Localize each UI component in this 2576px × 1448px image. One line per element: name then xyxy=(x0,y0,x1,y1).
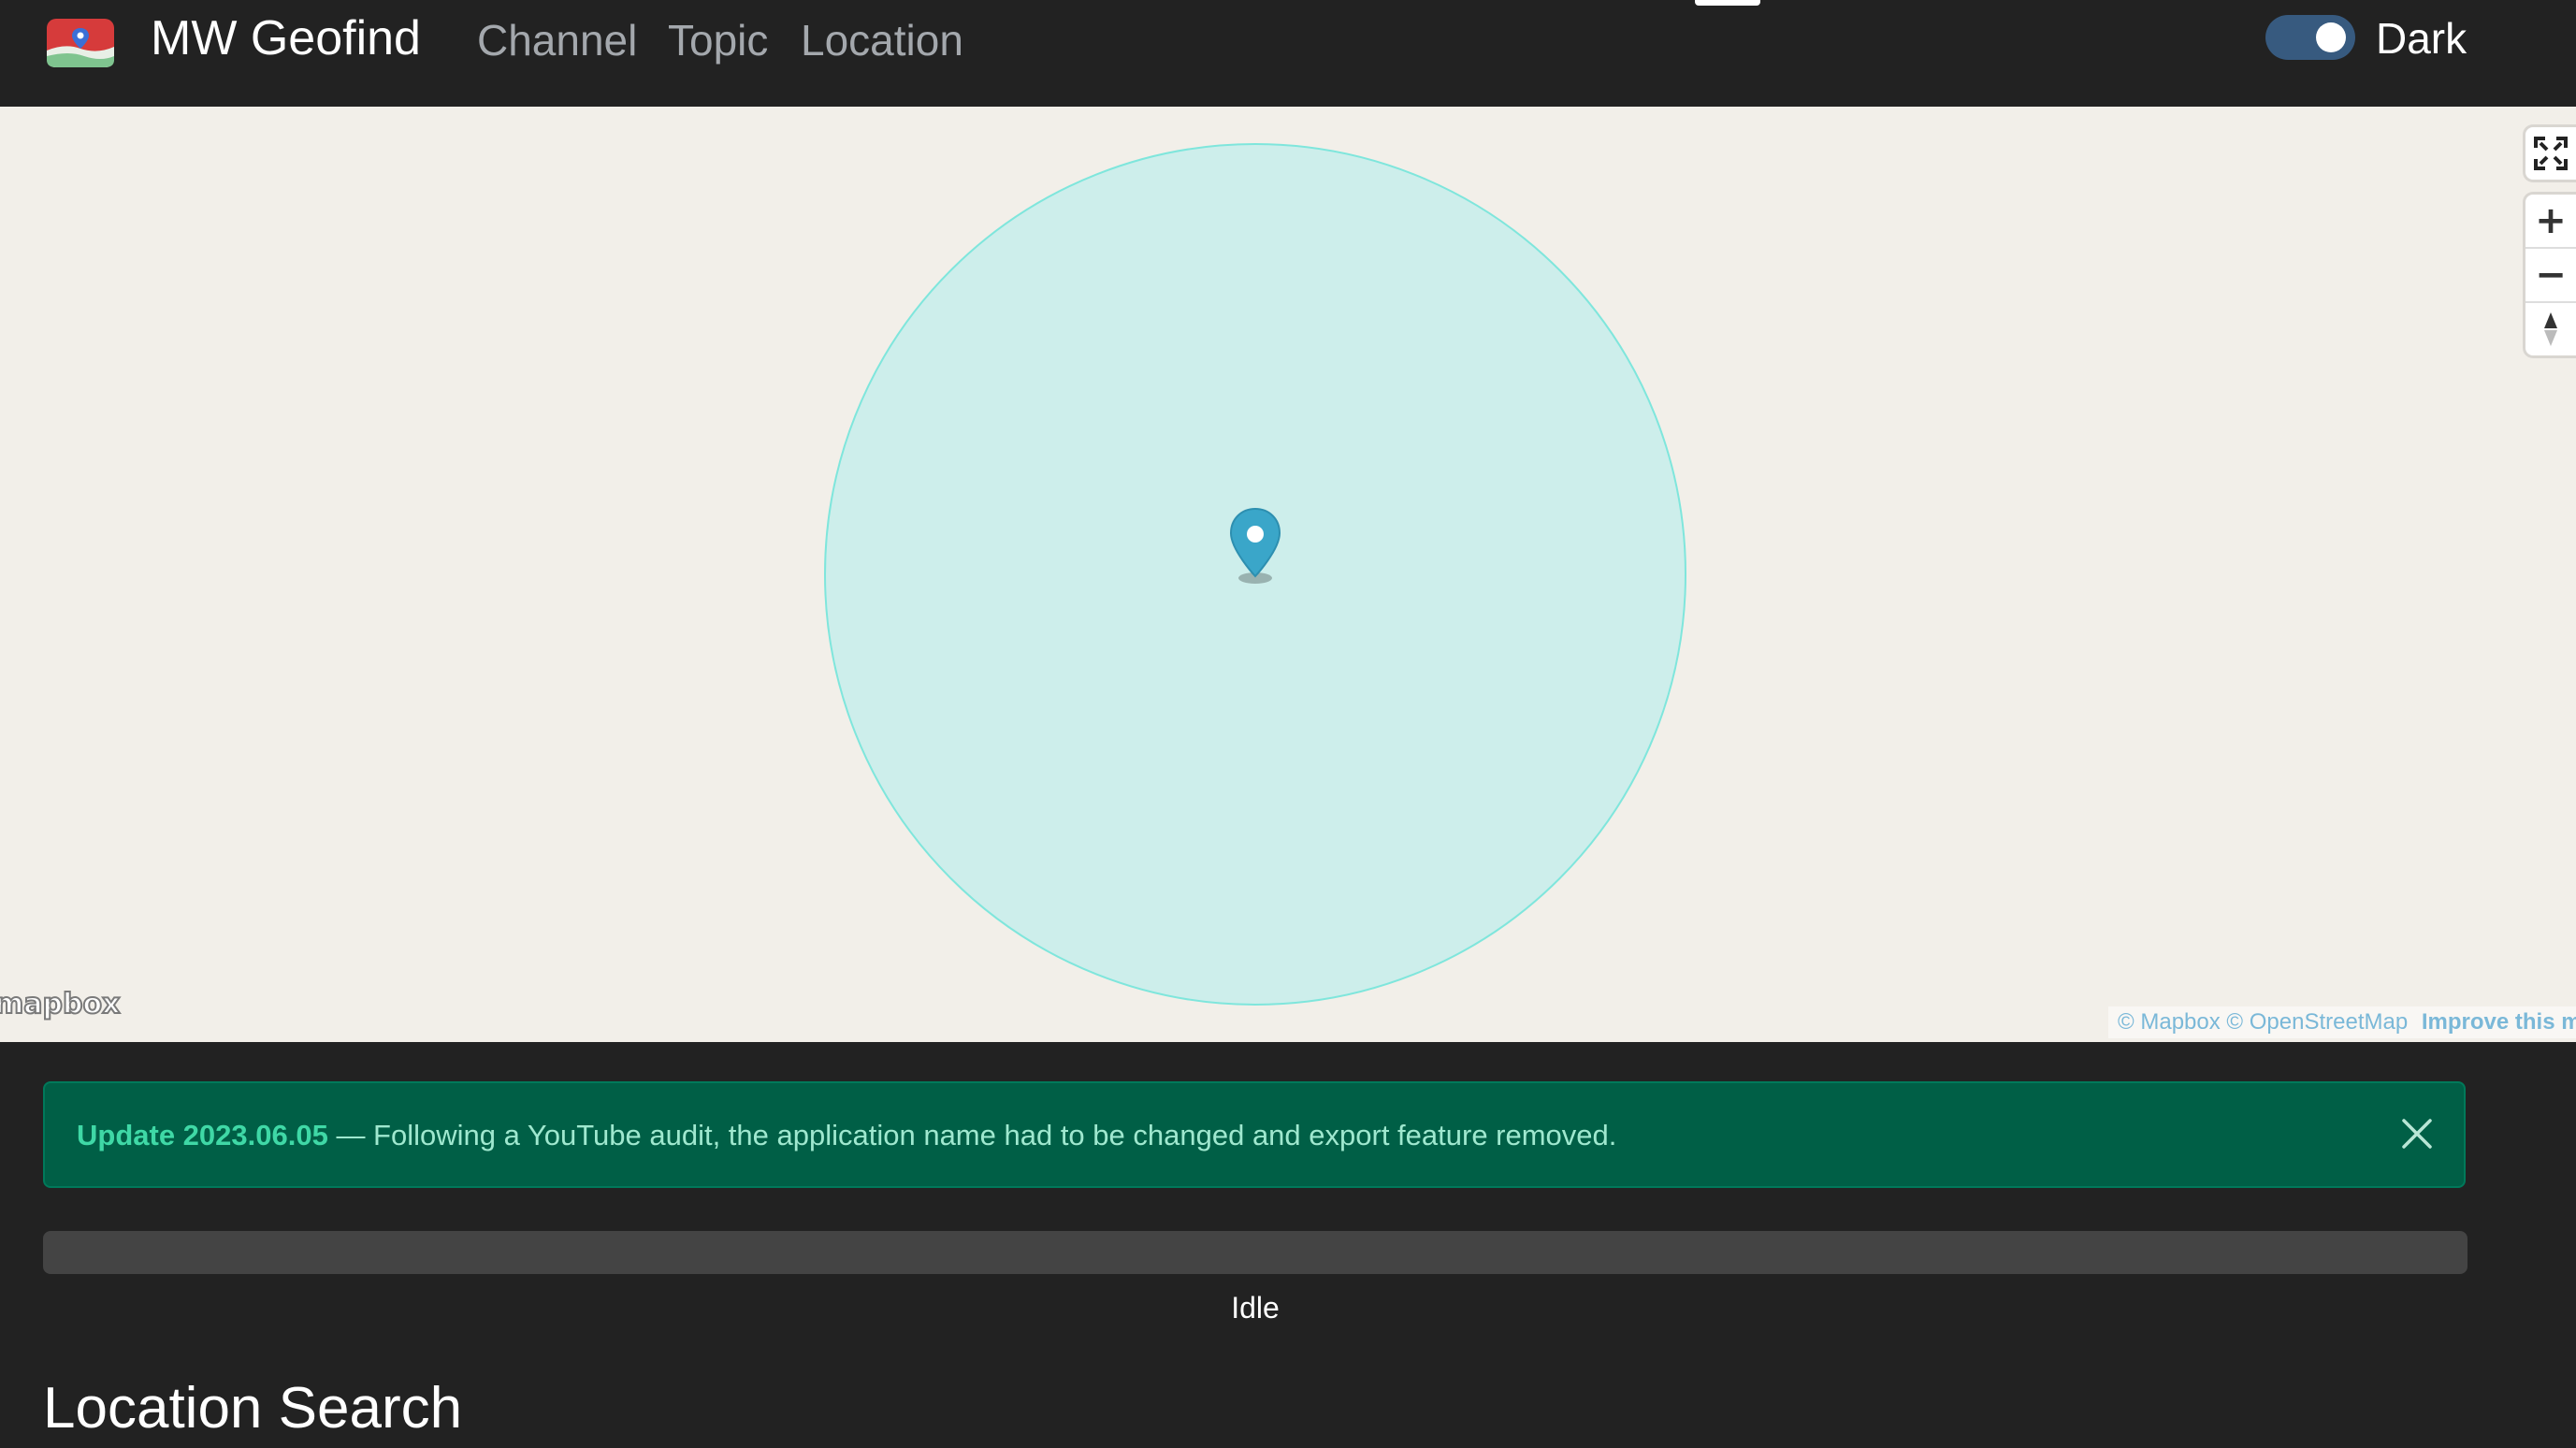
alert-title: Update 2023.06.05 xyxy=(77,1119,328,1151)
fullscreen-button[interactable] xyxy=(2525,127,2576,180)
map-controls: + − xyxy=(2525,127,2576,370)
update-alert: Update 2023.06.05 — Following a YouTube … xyxy=(43,1081,2466,1188)
top-tab-indicator xyxy=(1695,0,1760,6)
compass-button[interactable] xyxy=(2525,303,2576,355)
mapbox-logo[interactable]: mapbox xyxy=(0,987,121,1021)
alert-text: Update 2023.06.05 — Following a YouTube … xyxy=(77,1119,1616,1152)
brand-logo-icon[interactable] xyxy=(47,19,114,67)
alert-message: — Following a YouTube audit, the applica… xyxy=(327,1119,1617,1151)
dark-mode-toggle[interactable] xyxy=(2265,15,2355,60)
zoom-out-button[interactable]: − xyxy=(2525,249,2576,303)
map-attribution: © Mapbox © OpenStreetMap Improve this ma… xyxy=(2108,1006,2576,1038)
zoom-in-button[interactable]: + xyxy=(2525,195,2576,249)
toggle-knob xyxy=(2316,22,2346,52)
nav-link-location[interactable]: Location xyxy=(801,11,963,69)
fullscreen-control xyxy=(2525,127,2576,180)
attribution-osm[interactable]: © OpenStreetMap xyxy=(2226,1009,2408,1035)
status-text: Idle xyxy=(1231,1291,1280,1325)
section-title: Location Search xyxy=(43,1376,463,1441)
close-icon[interactable] xyxy=(2398,1115,2436,1152)
brand-name[interactable]: MW Geofind xyxy=(151,7,421,69)
compass-icon xyxy=(2544,312,2557,346)
dark-mode-label: Dark xyxy=(2376,14,2467,63)
navigation-control: + − xyxy=(2525,195,2576,355)
nav-link-channel[interactable]: Channel xyxy=(477,11,637,69)
nav-link-topic[interactable]: Topic xyxy=(668,11,768,69)
attribution-mapbox[interactable]: © Mapbox xyxy=(2118,1009,2221,1035)
map-overlay xyxy=(824,143,1686,1006)
map[interactable]: + − mapbox © Mapbox © OpenStreetMap Impr… xyxy=(0,107,2576,1042)
attribution-improve-link[interactable]: Improve this map xyxy=(2422,1009,2576,1035)
navbar: MW Geofind Channel Topic Location Dark xyxy=(0,0,2576,107)
fullscreen-icon xyxy=(2534,137,2568,170)
progress-bar xyxy=(43,1231,2467,1274)
